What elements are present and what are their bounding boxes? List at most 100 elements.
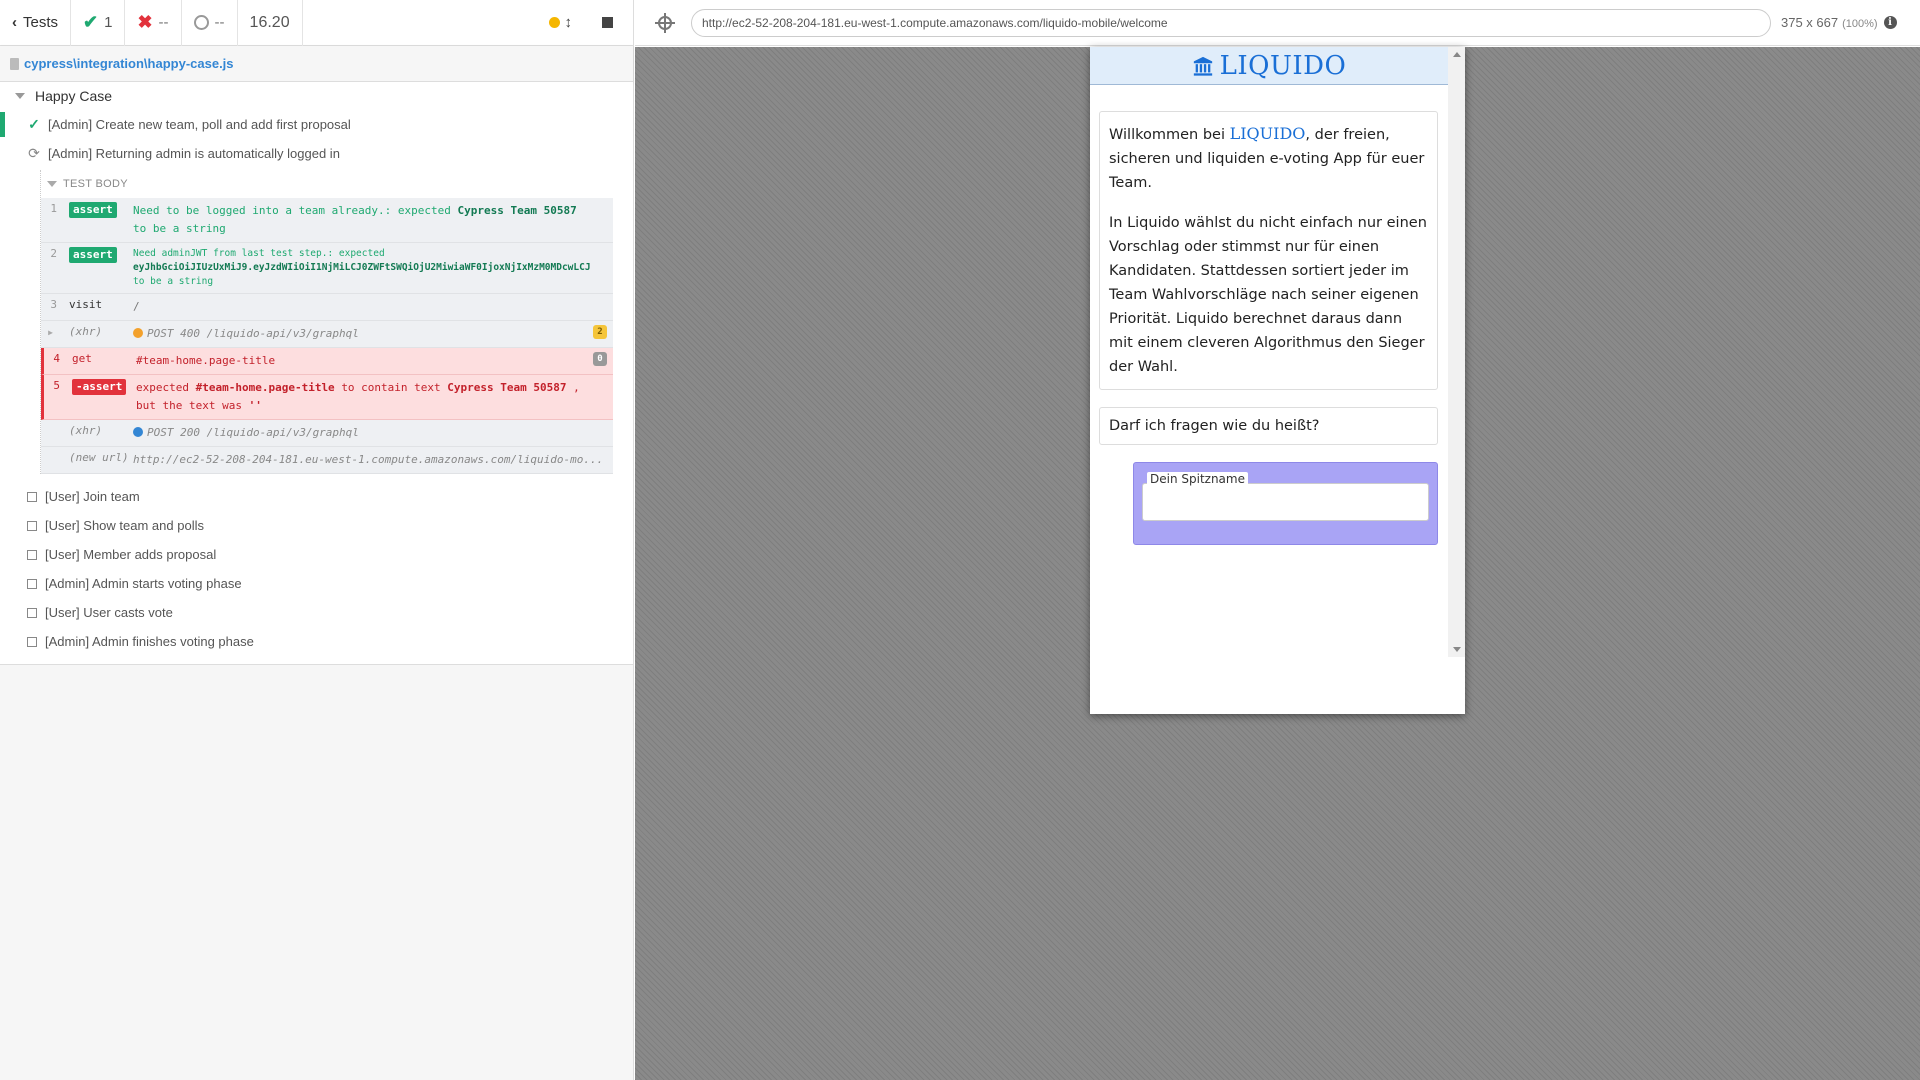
caret-down-icon bbox=[15, 93, 25, 99]
running-indicator-icon bbox=[548, 17, 560, 28]
test-label: [User] User casts vote bbox=[45, 605, 173, 620]
test-body-header[interactable]: TEST BODY bbox=[41, 170, 613, 198]
command-name: visit bbox=[69, 298, 103, 311]
tests-label: Tests bbox=[23, 14, 59, 31]
app-iframe: LIQUIDO Willkommen bei LIQUIDO, der frei… bbox=[1090, 47, 1465, 714]
check-icon: ✔ bbox=[83, 12, 99, 32]
command-message: expected #team-home.page-title to contai… bbox=[136, 379, 613, 415]
command-number: 1 bbox=[50, 202, 57, 215]
test-body-label: TEST BODY bbox=[63, 178, 128, 190]
command-msg-text: POST 400 /liquido-api/v3/graphql bbox=[147, 327, 359, 340]
test-item[interactable]: [Admin] Admin starts voting phase bbox=[0, 569, 633, 598]
command-number: 5 bbox=[53, 379, 60, 392]
command-msg-text: POST 200 /liquido-api/v3/graphql bbox=[147, 426, 359, 439]
command-name: (xhr) bbox=[69, 424, 103, 437]
test-item[interactable]: [User] Join team bbox=[0, 482, 633, 511]
viewport-info: 375 x 667 (100%) bbox=[1781, 15, 1878, 30]
command-msg-text: to be a string bbox=[133, 276, 214, 287]
command-row[interactable]: (new url) http://ec2-52-208-204-181.eu-w… bbox=[41, 447, 613, 474]
spec-path-bar: cypress\integration\happy-case.js bbox=[0, 46, 633, 82]
scroll-up-icon[interactable] bbox=[1453, 52, 1461, 57]
pending-count: -- bbox=[214, 14, 225, 31]
runnable-list: Happy Case ✓ [Admin] Create new team, po… bbox=[0, 82, 633, 665]
app-header: LIQUIDO bbox=[1090, 47, 1448, 85]
test-item[interactable]: [User] Show team and polls bbox=[0, 511, 633, 540]
run-controls: ↕ bbox=[548, 0, 634, 46]
request-status-icon bbox=[133, 427, 143, 437]
passed-count: 1 bbox=[104, 14, 113, 31]
command-number: 3 bbox=[50, 298, 57, 311]
bank-icon bbox=[1193, 56, 1212, 76]
tests-button[interactable]: ‹ Tests bbox=[0, 0, 72, 46]
url-bar[interactable]: http://ec2-52-208-204-181.eu-west-1.comp… bbox=[691, 8, 1771, 37]
command-msg-value: #team-home.page-title bbox=[195, 381, 335, 394]
stop-icon[interactable] bbox=[602, 17, 613, 28]
zoom-level: (100%) bbox=[1842, 18, 1878, 30]
nickname-label: Dein Spitzname bbox=[1147, 472, 1248, 486]
command-row[interactable]: ▶ (xhr) POST 400 /liquido-api/v3/graphql… bbox=[41, 321, 613, 348]
test-body: TEST BODY 1 assert Need to be logged int… bbox=[40, 170, 613, 474]
test-item[interactable]: ⟳ [Admin] Returning admin is automatical… bbox=[0, 139, 633, 168]
x-icon: ✖ bbox=[137, 12, 153, 32]
selector-playground-button[interactable] bbox=[645, 0, 685, 46]
command-row[interactable]: 4 get #team-home.page-title 0 bbox=[41, 348, 613, 375]
count-badge: 0 bbox=[593, 352, 607, 366]
duration: 16.20 bbox=[238, 0, 303, 46]
command-msg-value: Cypress Team 50587 bbox=[447, 381, 567, 394]
command-name: (new url) bbox=[69, 451, 129, 464]
info-icon[interactable]: i bbox=[1883, 16, 1897, 29]
command-name: (xhr) bbox=[69, 325, 103, 338]
command-number: ▶ bbox=[41, 325, 63, 338]
viewport-size: 375 x 667 bbox=[1781, 15, 1839, 30]
command-row[interactable]: 1 assert Need to be logged into a team a… bbox=[41, 198, 613, 243]
iframe-scrollbar[interactable] bbox=[1448, 47, 1465, 657]
pending-test-icon bbox=[27, 607, 37, 618]
intro-paragraph: In Liquido wählst du nicht einfach nur e… bbox=[1109, 215, 1427, 375]
pending-test-icon bbox=[27, 520, 37, 531]
command-name: assert bbox=[63, 202, 133, 218]
test-label: [User] Member adds proposal bbox=[45, 547, 217, 562]
nickname-input[interactable] bbox=[1142, 483, 1429, 521]
command-message: Need to be logged into a team already.: … bbox=[133, 202, 613, 238]
test-item[interactable]: ✓ [Admin] Create new team, poll and add … bbox=[0, 110, 633, 139]
welcome-pre: Willkommen bei bbox=[1109, 127, 1225, 143]
assert-tag: assert bbox=[69, 202, 117, 218]
count-badge: 2 bbox=[593, 325, 607, 339]
test-item[interactable]: [User] Member adds proposal bbox=[0, 540, 633, 569]
command-message: http://ec2-52-208-204-181.eu-west-1.comp… bbox=[133, 453, 604, 466]
spec-path-link[interactable]: cypress\integration\happy-case.js bbox=[24, 56, 234, 71]
command-row[interactable]: 2 assert Need adminJWT from last test st… bbox=[41, 243, 613, 294]
test-reporter: ‹ Tests ✔ 1 ✖ -- -- 16.20 ↕ cypress\inte… bbox=[0, 0, 634, 1080]
command-row[interactable]: 3 visit / bbox=[41, 294, 613, 321]
welcome-card: Willkommen bei LIQUIDO, der freien, sich… bbox=[1099, 111, 1438, 390]
question-card: Darf ich fragen wie du heißt? bbox=[1099, 407, 1438, 445]
brand-name: LIQUIDO bbox=[1229, 124, 1306, 143]
passed-stat: ✔ 1 bbox=[71, 0, 126, 46]
command-message: #team-home.page-title bbox=[136, 354, 276, 367]
command-msg-value: Cypress Team 50587 bbox=[457, 204, 577, 217]
pending-test-icon bbox=[27, 491, 37, 502]
test-item[interactable]: [Admin] Admin finishes voting phase bbox=[0, 627, 633, 656]
circle-icon bbox=[193, 15, 209, 30]
command-message: POST 200 /liquido-api/v3/graphql bbox=[133, 424, 613, 442]
auto-scroll-icon[interactable]: ↕ bbox=[565, 14, 573, 31]
command-msg-text: Need adminJWT from last test step.: expe… bbox=[133, 248, 385, 259]
command-name: -assert bbox=[66, 379, 136, 395]
command-msg-value: eyJhbGciOiJIUzUxMiJ9.eyJzdWIiOiI1NjMiLCJ… bbox=[133, 262, 591, 273]
caret-right-icon: ▶ bbox=[48, 328, 53, 337]
suite-title-label: Happy Case bbox=[35, 88, 113, 104]
command-msg-text: but the text was bbox=[136, 399, 242, 412]
pending-stat: -- bbox=[182, 0, 238, 46]
suite-title[interactable]: Happy Case bbox=[0, 82, 633, 110]
chevron-left-icon: ‹ bbox=[12, 14, 17, 31]
check-icon: ✓ bbox=[28, 116, 40, 132]
request-status-icon bbox=[133, 328, 143, 338]
scroll-down-icon[interactable] bbox=[1453, 647, 1461, 652]
welcome-text: Willkommen bei LIQUIDO, der freien, sich… bbox=[1109, 122, 1428, 195]
command-msg-text: , bbox=[573, 381, 580, 394]
command-name: assert bbox=[63, 247, 133, 263]
command-row[interactable]: (xhr) POST 200 /liquido-api/v3/graphql bbox=[41, 420, 613, 447]
command-row[interactable]: 5 -assert expected #team-home.page-title… bbox=[41, 375, 613, 420]
test-item[interactable]: [User] User casts vote bbox=[0, 598, 633, 627]
command-msg-text: to contain text bbox=[341, 381, 441, 394]
